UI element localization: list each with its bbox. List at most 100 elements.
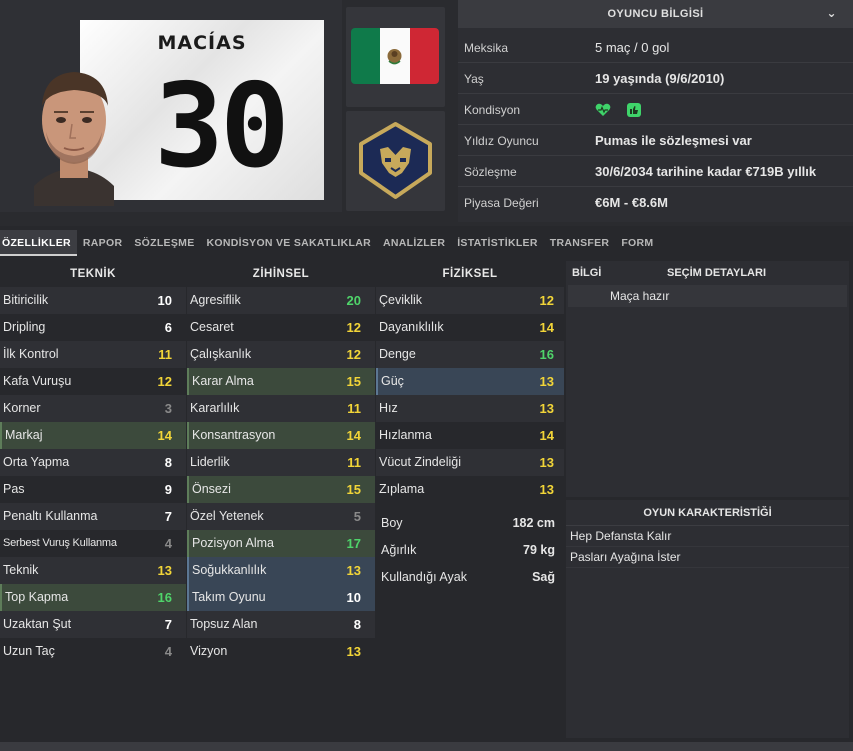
- selection-col-details[interactable]: SEÇİM DETAYLARI: [566, 267, 849, 279]
- mental-title: ZİHİNSEL: [252, 268, 310, 280]
- info-value: 5 maç / 0 gol: [595, 40, 670, 55]
- attribute-value: 13: [346, 563, 361, 578]
- attribute-row[interactable]: Denge 16: [376, 341, 564, 368]
- attribute-row[interactable]: Zıplama 13: [376, 476, 564, 503]
- info-row-nation: Meksika 5 maç / 0 gol: [458, 32, 853, 63]
- attribute-row[interactable]: Korner 3: [0, 395, 186, 422]
- trait-item[interactable]: Hep Defansta Kalır: [566, 526, 849, 547]
- attribute-row[interactable]: Çalışkanlık 12: [187, 341, 375, 368]
- chevron-down-icon[interactable]: ⌄: [827, 6, 837, 20]
- attribute-row[interactable]: Kararlılık 11: [187, 395, 375, 422]
- attribute-row[interactable]: Karar Alma 15: [187, 368, 375, 395]
- attribute-value: 14: [346, 428, 361, 443]
- attribute-row[interactable]: Önsezi 15: [187, 476, 375, 503]
- attribute-row[interactable]: Serbest Vuruş Kullanma 4: [0, 530, 186, 557]
- tab-report[interactable]: RAPOR: [77, 230, 128, 256]
- attribute-name: Serbest Vuruş Kullanma: [3, 537, 117, 549]
- attribute-name: Pozisyon Alma: [192, 536, 274, 550]
- attribute-row[interactable]: Pozisyon Alma 17: [187, 530, 375, 557]
- attribute-name: Güç: [381, 374, 404, 388]
- attribute-row[interactable]: Pas 9: [0, 476, 186, 503]
- info-value: 30/6/2034 tarihine kadar €719B yıllık: [595, 164, 817, 179]
- attribute-row[interactable]: Çeviklik 12: [376, 287, 564, 314]
- attribute-row[interactable]: Kafa Vuruşu 12: [0, 368, 186, 395]
- nation-flag-box[interactable]: [346, 7, 445, 107]
- physical-attributes: FİZİKSEL Çeviklik 12 Dayanıklılık 14 Denge 16…: [376, 261, 564, 503]
- attribute-row[interactable]: Vizyon 13: [187, 638, 375, 665]
- attribute-row[interactable]: Markaj 14: [0, 422, 186, 449]
- attribute-row[interactable]: Cesaret 12: [187, 314, 375, 341]
- trait-item[interactable]: Pasları Ayağına İster: [566, 547, 849, 568]
- attribute-row[interactable]: Konsantrasyon 14: [187, 422, 375, 449]
- attribute-row[interactable]: Hızlanma 14: [376, 422, 564, 449]
- bottom-scrollbar[interactable]: [0, 742, 853, 751]
- attribute-row[interactable]: Agresiflik 20: [187, 287, 375, 314]
- shirt-name: MACÍAS: [157, 32, 247, 54]
- attribute-row[interactable]: Liderlik 11: [187, 449, 375, 476]
- detail-value: 79 kg: [523, 543, 555, 557]
- club-crest-box[interactable]: [346, 111, 445, 211]
- attribute-row[interactable]: İlk Kontrol 11: [0, 341, 186, 368]
- mexico-flag-icon: [351, 28, 439, 84]
- attribute-value: 7: [164, 617, 172, 632]
- tab-attributes[interactable]: ÖZELLİKLER: [0, 230, 77, 256]
- attribute-name: Takım Oyunu: [192, 590, 266, 604]
- info-label: Yıldız Oyuncu: [464, 134, 539, 148]
- tab-transfer[interactable]: TRANSFER: [544, 230, 616, 256]
- attribute-value: 13: [346, 644, 361, 659]
- info-value[interactable]: Pumas ile sözleşmesi var: [595, 133, 752, 148]
- detail-value: Sağ: [532, 570, 555, 584]
- attribute-row[interactable]: Güç 13: [376, 368, 564, 395]
- tab-form[interactable]: FORM: [615, 230, 659, 256]
- info-row-value: Piyasa Değeri €6M - €8.6M: [458, 187, 853, 218]
- attribute-row[interactable]: Uzaktan Şut 7: [0, 611, 186, 638]
- attribute-value: 13: [539, 482, 554, 497]
- attribute-row[interactable]: Orta Yapma 8: [0, 449, 186, 476]
- attribute-row[interactable]: Bitiricilik 10: [0, 287, 186, 314]
- attribute-name: Kararlılık: [190, 401, 240, 415]
- info-label: Sözleşme: [464, 165, 517, 179]
- attribute-name: Karar Alma: [192, 374, 254, 388]
- attribute-row[interactable]: Uzun Taç 4: [0, 638, 186, 665]
- attribute-value: 17: [346, 536, 361, 551]
- attribute-name: Uzun Taç: [3, 644, 55, 658]
- attribute-row[interactable]: Hız 13: [376, 395, 564, 422]
- traits-title: OYUN KARAKTERİSTİĞİ: [566, 500, 849, 526]
- attribute-name: Çalışkanlık: [190, 347, 252, 361]
- attribute-value: 16: [539, 347, 554, 362]
- attribute-value: 4: [164, 644, 172, 659]
- preferred-foot-row: Kullandığı Ayak Sağ: [375, 564, 565, 591]
- attribute-value: 11: [158, 347, 172, 362]
- attribute-row[interactable]: Vücut Zindeliği 13: [376, 449, 564, 476]
- attribute-row[interactable]: Topsuz Alan 8: [187, 611, 375, 638]
- attribute-row[interactable]: Teknik 13: [0, 557, 186, 584]
- info-row-star: Yıldız Oyuncu Pumas ile sözleşmesi var: [458, 125, 853, 156]
- attribute-row[interactable]: Özel Yetenek 5: [187, 503, 375, 530]
- detail-label: Ağırlık: [381, 543, 417, 557]
- attribute-name: İlk Kontrol: [3, 347, 59, 361]
- attribute-row[interactable]: Dripling 6: [0, 314, 186, 341]
- player-info-panel: OYUNCU BİLGİSİ ⌄ Meksika 5 maç / 0 gol Y…: [458, 0, 853, 222]
- info-label: Piyasa Değeri: [464, 196, 539, 210]
- player-info-header[interactable]: OYUNCU BİLGİSİ ⌄: [458, 0, 853, 28]
- profile-tabs: ÖZELLİKLER RAPOR SÖZLEŞME KONDİSYON VE S…: [0, 230, 853, 256]
- tab-fitness[interactable]: KONDİSYON VE SAKATLIKLAR: [201, 230, 378, 256]
- attribute-value: 14: [539, 428, 554, 443]
- traits-panel: OYUN KARAKTERİSTİĞİ Hep Defansta Kalır P…: [566, 500, 849, 738]
- attribute-name: Korner: [3, 401, 41, 415]
- attribute-row[interactable]: Penaltı Kullanma 7: [0, 503, 186, 530]
- player-face: [34, 72, 114, 206]
- tab-contract[interactable]: SÖZLEŞME: [128, 230, 200, 256]
- info-row-contract: Sözleşme 30/6/2034 tarihine kadar €719B …: [458, 156, 853, 187]
- attribute-row[interactable]: Soğukkanlılık 13: [187, 557, 375, 584]
- attribute-value: 12: [346, 347, 361, 362]
- tab-statistics[interactable]: İSTATİSTİKLER: [451, 230, 544, 256]
- tab-analysis[interactable]: ANALİZLER: [377, 230, 451, 256]
- attribute-value: 13: [539, 455, 554, 470]
- attribute-row[interactable]: Takım Oyunu 10: [187, 584, 375, 611]
- attribute-row[interactable]: Dayanıklılık 14: [376, 314, 564, 341]
- attribute-value: 12: [346, 320, 361, 335]
- attribute-row[interactable]: Top Kapma 16: [0, 584, 186, 611]
- attribute-name: Dripling: [3, 320, 46, 334]
- selection-row[interactable]: Maça hazır: [568, 285, 847, 307]
